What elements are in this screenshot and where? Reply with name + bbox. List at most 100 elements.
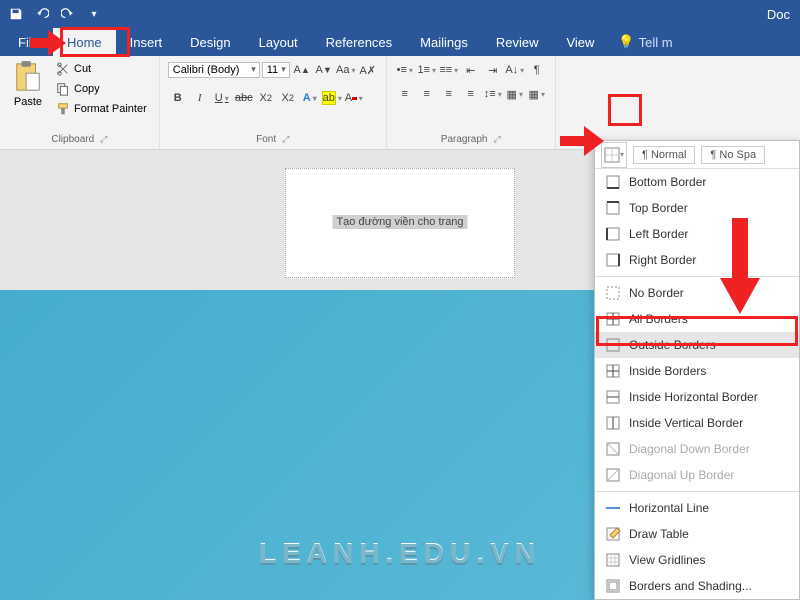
copy-label: Copy (74, 83, 100, 95)
tab-view[interactable]: View (552, 28, 608, 56)
show-hide-button[interactable]: ¶ (527, 60, 547, 80)
lightbulb-icon: 💡 (618, 34, 634, 50)
format-painter-label: Format Painter (74, 103, 147, 115)
font-launcher-icon[interactable]: ⤢ (282, 134, 289, 145)
group-paragraph: •≡ 1≡ ≡≡ ⇤ ⇥ A↓ ¶ ≡ ≡ ≡ ≡ ↕≡ ▦ (387, 56, 556, 149)
superscript-button[interactable]: X2 (278, 88, 298, 108)
increase-indent-button[interactable]: ⇥ (483, 60, 503, 80)
menu-inside-horizontal-border[interactable]: Inside Horizontal Border (595, 384, 799, 410)
shrink-font-button[interactable]: A▼ (314, 60, 334, 80)
font-color-button[interactable]: A (344, 88, 364, 108)
menu-label: View Gridlines (629, 553, 705, 567)
font-size-combo[interactable]: 11 (262, 62, 290, 78)
undo-icon[interactable] (32, 4, 52, 24)
menu-outside-borders[interactable]: Outside Borders (595, 332, 799, 358)
font-group-label: Font (256, 134, 276, 145)
tab-references[interactable]: References (312, 28, 406, 56)
page[interactable]: Tạo đường viền cho trang (285, 168, 515, 278)
menu-draw-table[interactable]: Draw Table (595, 521, 799, 547)
group-font: Calibri (Body) 11 A▲ A▼ Aa A✗ B I U abc … (160, 56, 387, 149)
paste-label: Paste (14, 96, 42, 108)
cut-button[interactable]: Cut (52, 60, 151, 78)
quick-access-toolbar: ▾ (6, 4, 104, 24)
borders-dropdown-header: ▾ ¶ Normal ¶ No Spa (595, 141, 799, 169)
menu-view-gridlines[interactable]: View Gridlines (595, 547, 799, 573)
bullets-button[interactable]: •≡ (395, 60, 415, 80)
menu-right-border[interactable]: Right Border (595, 247, 799, 273)
menu-borders-and-shading[interactable]: Borders and Shading... (595, 573, 799, 599)
menu-diagonal-up-border[interactable]: Diagonal Up Border (595, 462, 799, 488)
menu-all-borders[interactable]: All Borders (595, 306, 799, 332)
titlebar: ▾ Doc (0, 0, 800, 28)
tab-home[interactable]: Home (53, 28, 116, 56)
sort-button[interactable]: A↓ (505, 60, 525, 80)
menu-label: Left Border (629, 227, 688, 241)
menu-no-border[interactable]: No Border (595, 280, 799, 306)
menu-bottom-border[interactable]: Bottom Border (595, 169, 799, 195)
paste-button[interactable]: Paste (8, 60, 48, 108)
clipboard-launcher-icon[interactable]: ⤢ (100, 134, 107, 145)
menu-label: Outside Borders (629, 338, 716, 352)
highlight-button[interactable]: ab (322, 88, 342, 108)
borders-button[interactable]: ▦ (527, 84, 547, 104)
menu-label: Inside Horizontal Border (629, 390, 758, 404)
format-painter-button[interactable]: Format Painter (52, 100, 151, 118)
tab-insert[interactable]: Insert (116, 28, 177, 56)
menu-label: Horizontal Line (629, 501, 709, 515)
menu-top-border[interactable]: Top Border (595, 195, 799, 221)
paragraph-launcher-icon[interactable]: ⤢ (494, 134, 501, 145)
tab-file[interactable]: File (4, 28, 53, 56)
menu-left-border[interactable]: Left Border (595, 221, 799, 247)
tab-layout[interactable]: Layout (245, 28, 312, 56)
style-normal[interactable]: ¶ Normal (633, 146, 695, 164)
copy-icon (56, 82, 70, 96)
justify-button[interactable]: ≡ (461, 84, 481, 104)
menu-label: Diagonal Up Border (629, 468, 734, 482)
grow-font-button[interactable]: A▲ (292, 60, 312, 80)
watermark: LEANH.EDU.VN (259, 538, 541, 570)
menu-inside-borders[interactable]: Inside Borders (595, 358, 799, 384)
menu-horizontal-line[interactable]: Horizontal Line (595, 495, 799, 521)
redo-icon[interactable] (58, 4, 78, 24)
bold-button[interactable]: B (168, 88, 188, 108)
clear-formatting-button[interactable]: A✗ (358, 60, 378, 80)
menu-inside-vertical-border[interactable]: Inside Vertical Border (595, 410, 799, 436)
line-spacing-button[interactable]: ↕≡ (483, 84, 503, 104)
tab-mailings[interactable]: Mailings (406, 28, 482, 56)
tell-me-search[interactable]: 💡 Tell m (608, 28, 682, 56)
align-center-button[interactable]: ≡ (417, 84, 437, 104)
numbering-button[interactable]: 1≡ (417, 60, 437, 80)
menu-label: Diagonal Down Border (629, 442, 750, 456)
copy-button[interactable]: Copy (52, 80, 151, 98)
change-case-button[interactable]: Aa (336, 60, 356, 80)
document-title: Doc (767, 7, 794, 22)
style-nospacing[interactable]: ¶ No Spa (701, 146, 765, 164)
group-clipboard: Paste Cut Copy Format Painter (0, 56, 160, 149)
qat-customize-icon[interactable]: ▾ (84, 4, 104, 24)
underline-button[interactable]: U (212, 88, 232, 108)
ribbon-tabs: File Home Insert Design Layout Reference… (0, 28, 800, 56)
strikethrough-button[interactable]: abc (234, 88, 254, 108)
shading-button[interactable]: ▦ (505, 84, 525, 104)
menu-diagonal-down-border[interactable]: Diagonal Down Border (595, 436, 799, 462)
menu-label: Borders and Shading... (629, 579, 752, 593)
menu-label: Inside Vertical Border (629, 416, 743, 430)
multilevel-list-button[interactable]: ≡≡ (439, 60, 459, 80)
tell-me-label: Tell m (639, 35, 673, 50)
align-right-button[interactable]: ≡ (439, 84, 459, 104)
tab-review[interactable]: Review (482, 28, 553, 56)
paragraph-group-label: Paragraph (441, 134, 488, 145)
selected-text[interactable]: Tạo đường viền cho trang (332, 215, 467, 229)
tab-design[interactable]: Design (176, 28, 244, 56)
menu-separator (595, 276, 799, 277)
borders-dropdown: ▾ ¶ Normal ¶ No Spa Bottom Border Top Bo… (594, 140, 800, 600)
text-effects-button[interactable]: A (300, 88, 320, 108)
italic-button[interactable]: I (190, 88, 210, 108)
subscript-button[interactable]: X2 (256, 88, 276, 108)
decrease-indent-button[interactable]: ⇤ (461, 60, 481, 80)
borders-split-button[interactable]: ▾ (601, 142, 627, 168)
menu-label: Bottom Border (629, 175, 706, 189)
save-icon[interactable] (6, 4, 26, 24)
font-name-combo[interactable]: Calibri (Body) (168, 62, 260, 78)
align-left-button[interactable]: ≡ (395, 84, 415, 104)
